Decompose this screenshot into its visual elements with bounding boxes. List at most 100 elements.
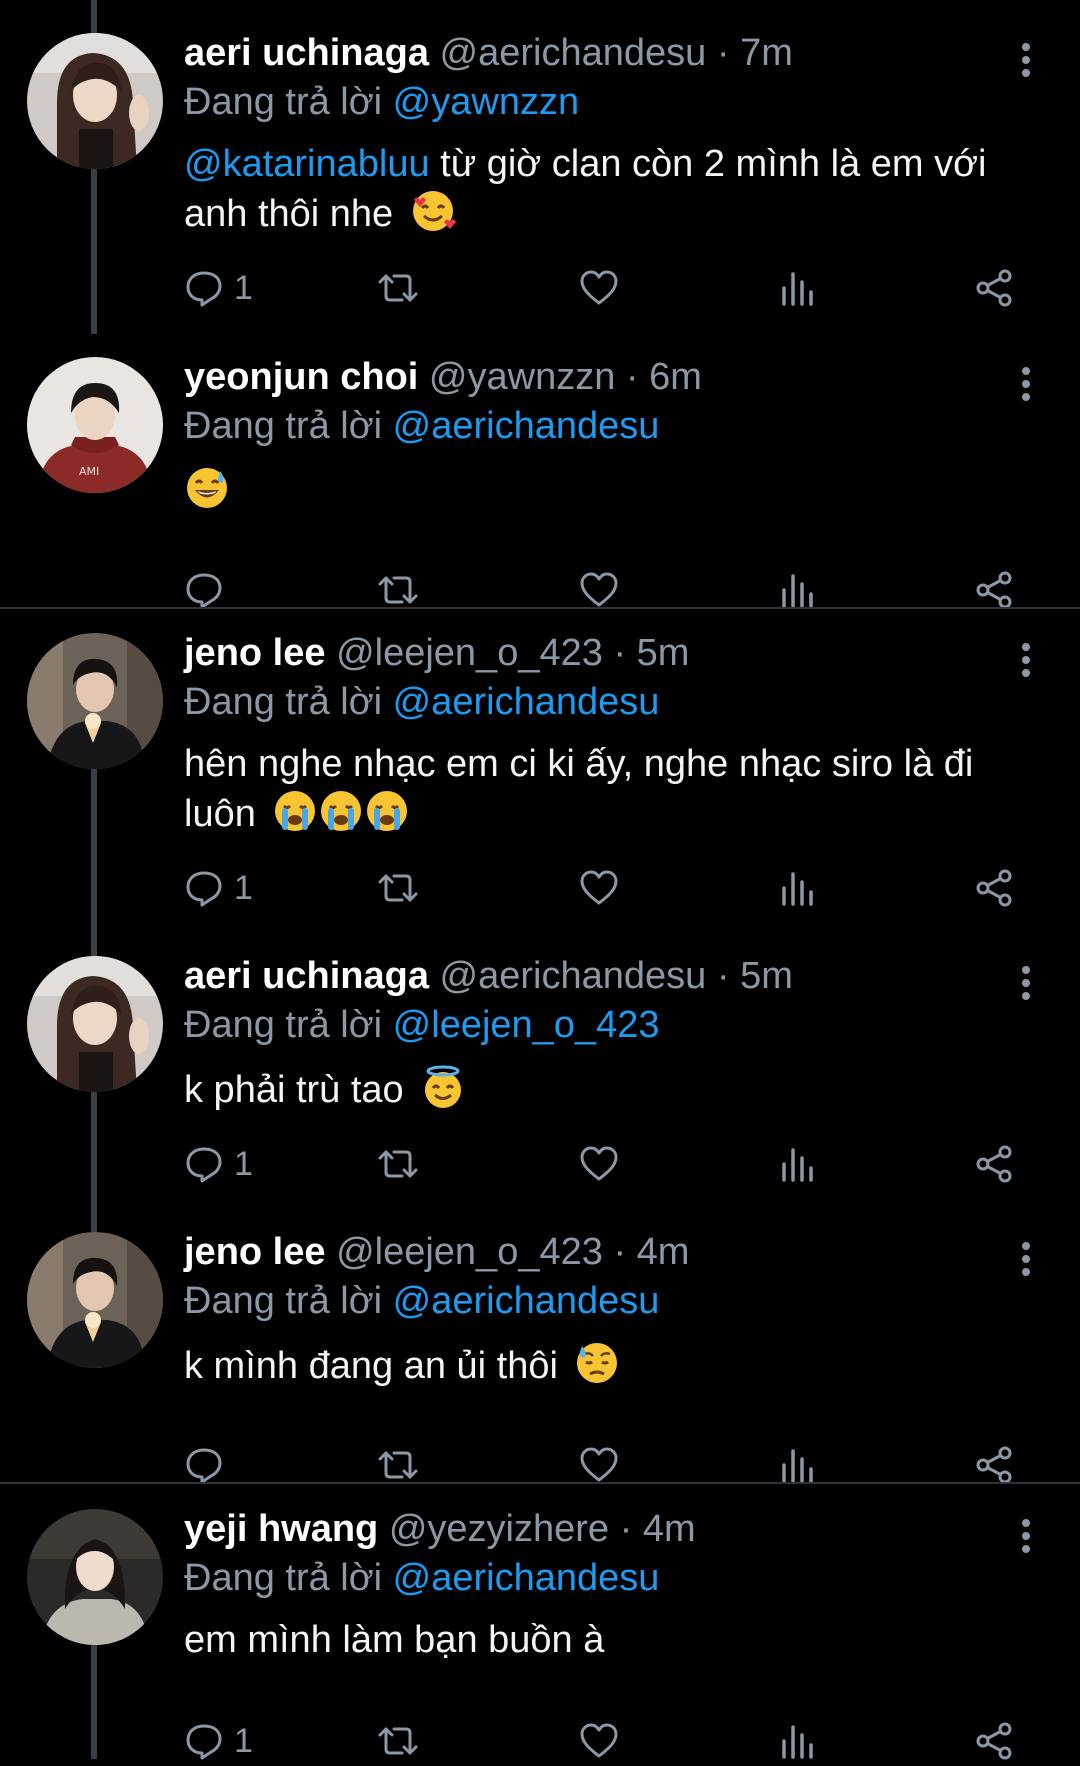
avatar[interactable] (27, 1232, 163, 1368)
more-options-icon[interactable] (1020, 366, 1032, 402)
share-button[interactable] (974, 863, 1014, 913)
like-button[interactable] (579, 263, 619, 313)
replying-to-handle[interactable]: @aerichandesu (393, 681, 660, 723)
share-button[interactable] (974, 263, 1014, 313)
separator-dot: · (716, 955, 730, 997)
display-name[interactable]: aeri uchinaga (184, 955, 429, 997)
tweet[interactable]: jeno lee @leejen_o_423 · 5m Đang trả lời… (0, 600, 1080, 934)
tweet[interactable]: yeji hwang @yezyizhere · 4m Đang trả lời… (0, 1476, 1080, 1760)
tweet-header: aeri uchinaga @aerichandesu · 5m (184, 951, 970, 1001)
retweet-icon (378, 874, 418, 902)
timestamp[interactable]: 7m (740, 32, 793, 74)
retweet-button[interactable] (376, 863, 420, 913)
display-name[interactable]: jeno lee (184, 1231, 326, 1273)
mention-link[interactable]: @katarinabluu (184, 143, 430, 185)
username[interactable]: @leejen_o_423 (336, 1231, 603, 1273)
timestamp[interactable]: 5m (740, 955, 793, 997)
separator-dot: · (625, 356, 639, 398)
more-options-icon[interactable] (1020, 1518, 1032, 1554)
separator-dot: · (613, 1231, 627, 1273)
display-name[interactable]: yeonjun choi (184, 356, 418, 398)
username[interactable]: @aerichandesu (440, 32, 707, 74)
avatar[interactable] (27, 633, 163, 769)
share-icon (976, 269, 1012, 307)
downcast-sweat-icon (577, 1343, 618, 1383)
more-options-icon[interactable] (1020, 965, 1032, 1001)
share-icon (976, 1722, 1012, 1760)
share-icon (976, 1145, 1012, 1183)
analytics-button[interactable] (780, 1139, 814, 1189)
timestamp[interactable]: 4m (637, 1231, 690, 1273)
retweet-button[interactable] (376, 1139, 420, 1189)
more-options-icon[interactable] (1020, 1241, 1032, 1277)
username[interactable]: @yezyizhere (389, 1508, 609, 1550)
analytics-button[interactable] (780, 863, 814, 913)
tweet[interactable]: aeri uchinaga @aerichandesu · 5m Đang tr… (0, 923, 1080, 1209)
like-button[interactable] (579, 1139, 619, 1189)
share-icon (976, 869, 1012, 907)
more-options-icon[interactable] (1020, 642, 1032, 678)
thread-line (91, 923, 97, 956)
reply-icon (186, 871, 222, 907)
display-name[interactable]: jeno lee (184, 632, 326, 674)
avatar[interactable]: AMI (27, 357, 163, 493)
more-options-icon[interactable] (1020, 42, 1032, 78)
analytics-button[interactable] (780, 263, 814, 313)
avatar[interactable] (27, 1509, 163, 1645)
replying-to: Đang trả lời @leejen_o_423 (184, 1000, 659, 1050)
tweet-header: yeonjun choi @yawnzzn · 6m (184, 352, 970, 402)
separator-dot: · (619, 1508, 633, 1550)
tweet-text (184, 465, 1034, 515)
tweet-text: k phải trù tao (184, 1064, 1034, 1114)
timestamp[interactable]: 5m (637, 632, 690, 674)
tweet[interactable]: AMI yeonjun choi @yawnzzn · 6m Đang trả … (0, 324, 1080, 609)
replying-to: Đang trả lời @aerichandesu (184, 1553, 659, 1603)
tweet[interactable]: aeri uchinaga @aerichandesu · 7m Đang tr… (0, 0, 1080, 334)
like-button[interactable] (579, 863, 619, 913)
display-name[interactable]: aeri uchinaga (184, 32, 429, 74)
share-button[interactable] (974, 1139, 1014, 1189)
smiling-face-with-hearts-icon (412, 191, 456, 231)
replying-to-handle[interactable]: @aerichandesu (393, 1280, 660, 1322)
tweet-header: jeno lee @leejen_o_423 · 4m (184, 1227, 970, 1277)
replying-to-label: Đang trả lời (184, 1004, 383, 1046)
username[interactable]: @aerichandesu (440, 955, 707, 997)
reply-count: 1 (234, 1721, 253, 1760)
reply-button[interactable]: 1 (184, 263, 253, 313)
replying-to-label: Đang trả lời (184, 81, 383, 123)
retweet-icon (378, 1727, 418, 1755)
reply-icon (186, 271, 222, 307)
reply-button[interactable]: 1 (184, 1139, 253, 1189)
reply-button[interactable]: 1 (184, 863, 253, 913)
reply-icon (186, 1147, 222, 1183)
timestamp[interactable]: 4m (643, 1508, 696, 1550)
retweet-button[interactable] (376, 263, 420, 313)
heart-icon (580, 1723, 618, 1758)
tweet-text-content: k phải trù tao (184, 1069, 404, 1111)
svg-text:AMI: AMI (79, 465, 99, 478)
tweet[interactable]: jeno lee @leejen_o_423 · 4m Đang trả lời… (0, 1199, 1080, 1484)
replying-to: Đang trả lời @yawnzzn (184, 77, 579, 127)
avatar[interactable] (27, 956, 163, 1092)
replying-to-label: Đang trả lời (184, 1557, 383, 1599)
replying-to-label: Đang trả lời (184, 681, 383, 723)
replying-to-handle[interactable]: @leejen_o_423 (393, 1004, 660, 1046)
tweet-header: yeji hwang @yezyizhere · 4m (184, 1504, 970, 1554)
timestamp[interactable]: 6m (649, 356, 702, 398)
replying-to-label: Đang trả lời (184, 405, 383, 447)
separator-dot: · (716, 32, 730, 74)
replying-to-handle[interactable]: @yawnzzn (393, 81, 579, 123)
avatar[interactable] (27, 33, 163, 169)
tweet-header: aeri uchinaga @aerichandesu · 7m (184, 28, 970, 78)
replying-to-handle[interactable]: @aerichandesu (393, 405, 660, 447)
display-name[interactable]: yeji hwang (184, 1508, 378, 1550)
analytics-icon (782, 272, 813, 306)
username[interactable]: @leejen_o_423 (336, 632, 603, 674)
tweet-text: em mình làm bạn buồn à (184, 1617, 1034, 1664)
thread-line (91, 769, 97, 934)
tweet-text: @katarinabluu từ giờ clan còn 2 mình là … (184, 141, 1034, 238)
heart-icon (580, 1146, 618, 1181)
analytics-icon (782, 1148, 813, 1182)
username[interactable]: @yawnzzn (429, 356, 615, 398)
replying-to-handle[interactable]: @aerichandesu (393, 1557, 660, 1599)
